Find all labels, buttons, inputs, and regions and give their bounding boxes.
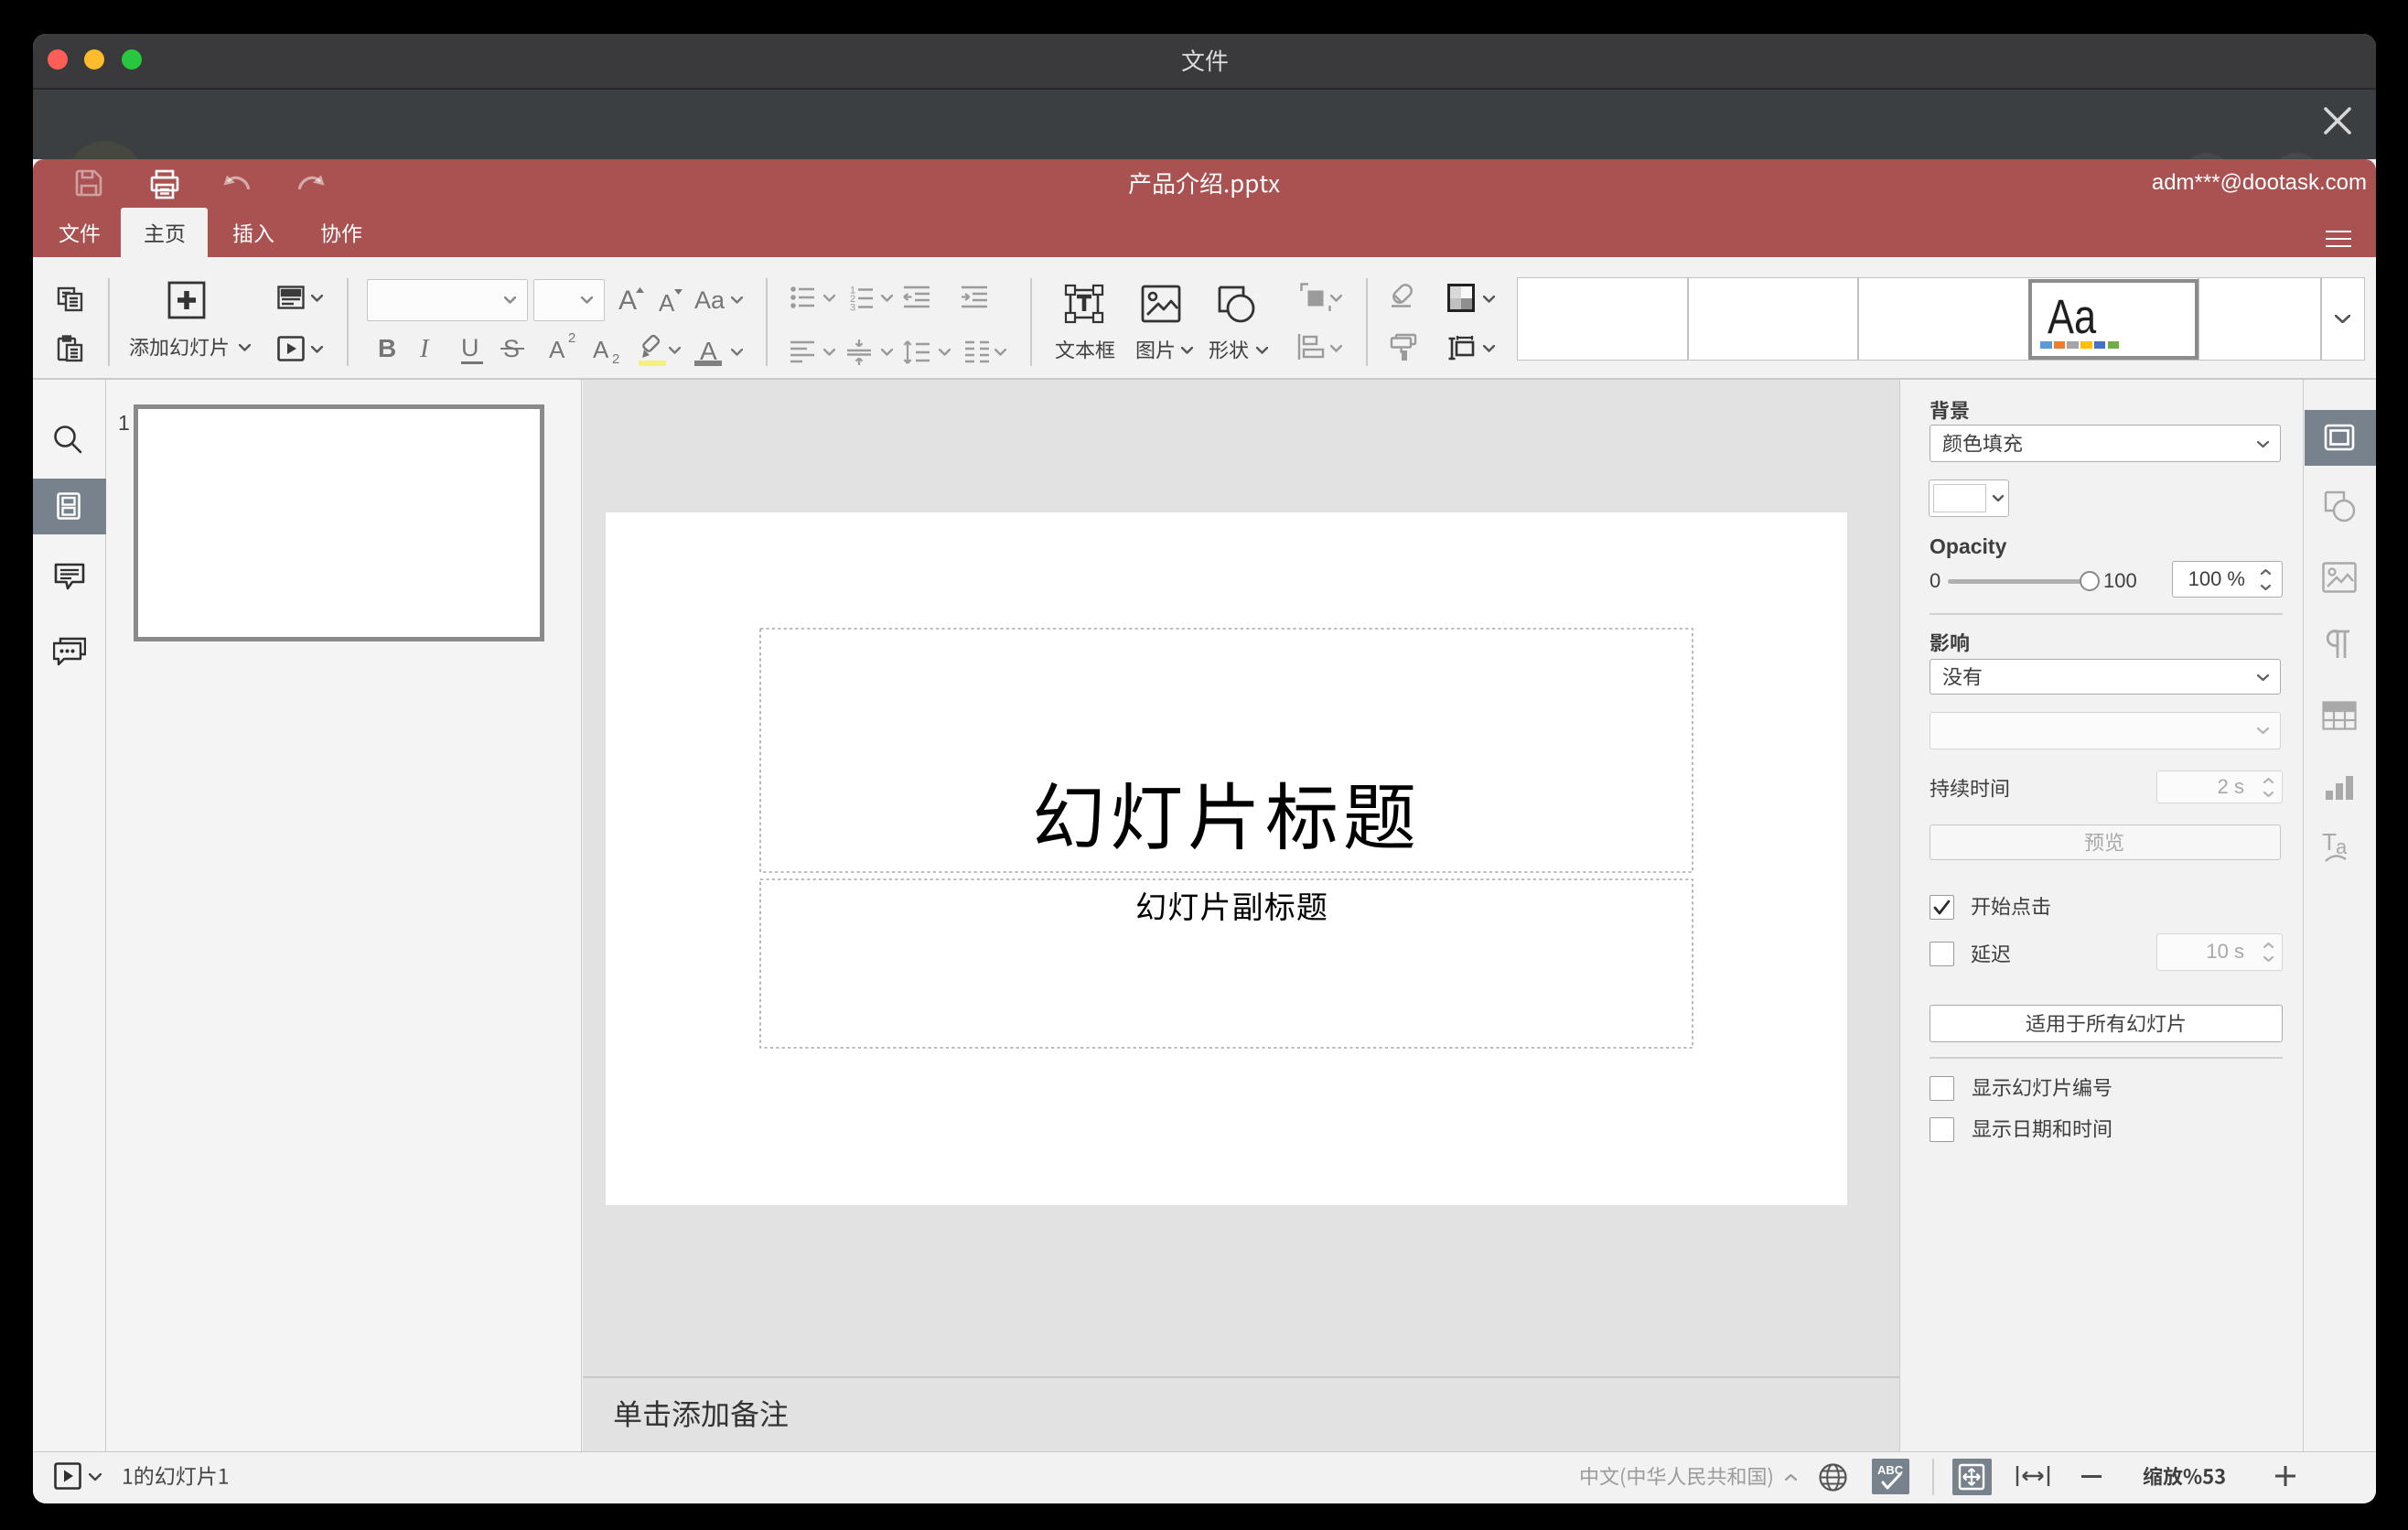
svg-text:T: T bbox=[2322, 830, 2337, 856]
svg-text:3: 3 bbox=[850, 303, 855, 312]
svg-text:a: a bbox=[2336, 835, 2348, 858]
